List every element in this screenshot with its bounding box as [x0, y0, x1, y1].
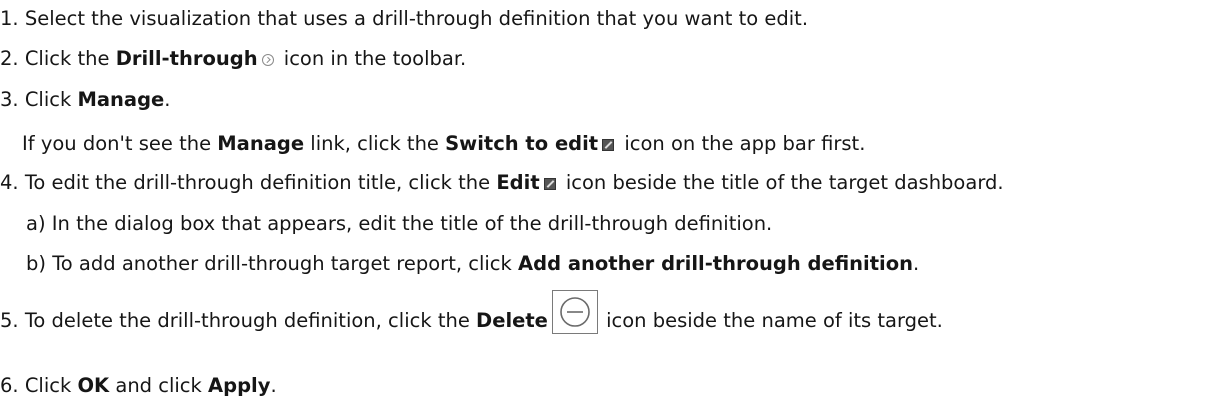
ui-term-manage: Manage	[217, 132, 305, 155]
ui-term-ok: OK	[77, 374, 110, 397]
substep-text: .	[913, 252, 920, 275]
step-number: 5.	[0, 309, 19, 332]
delete-icon	[551, 290, 598, 334]
ui-term-manage: Manage	[77, 88, 165, 111]
drill-through-icon	[261, 54, 274, 66]
step-4a: a) In the dialog box that appears, edit …	[26, 211, 772, 237]
ui-term-apply: Apply	[208, 374, 271, 397]
step-3: 3. Click Manage.	[0, 87, 170, 113]
substep-label: b)	[26, 252, 46, 275]
step-2: 2. Click the Drill-through icon in the t…	[0, 46, 466, 72]
step-text: .	[270, 374, 277, 397]
step-number: 3.	[0, 88, 19, 111]
step-4: 4. To edit the drill-through definition …	[0, 170, 1004, 196]
substep-text: To add another drill-through target repo…	[52, 252, 519, 275]
note-text: If you don't see the	[22, 132, 218, 155]
step-text: To delete the drill-through definition, …	[24, 309, 477, 332]
edit-icon	[543, 178, 556, 190]
ui-term-delete: Delete	[476, 309, 548, 332]
step-number: 6.	[0, 374, 19, 397]
step-text: Click the	[24, 47, 116, 70]
step-5: 5. To delete the drill-through definitio…	[0, 290, 943, 334]
ui-term-edit: Edit	[496, 171, 540, 194]
ui-term-drill-through: Drill-through	[115, 47, 258, 70]
step-number: 4.	[0, 171, 19, 194]
step-3-note: If you don't see the Manage link, click …	[22, 131, 865, 157]
step-text: icon beside the name of its target.	[599, 309, 943, 332]
step-1: 1. Select the visualization that uses a …	[0, 6, 808, 32]
note-text: icon on the app bar first.	[618, 132, 866, 155]
step-text: Click	[24, 88, 78, 111]
step-text: and click	[109, 374, 209, 397]
step-text: .	[164, 88, 171, 111]
step-number: 1.	[0, 7, 19, 30]
step-text: To edit the drill-through definition tit…	[24, 171, 497, 194]
step-text: Click	[24, 374, 78, 397]
step-number: 2.	[0, 47, 19, 70]
step-text: icon in the toolbar.	[277, 47, 467, 70]
ui-term-add-another-definition: Add another drill-through definition	[518, 252, 914, 275]
substep-text: In the dialog box that appears, edit the…	[51, 212, 773, 235]
step-text: Select the visualization that uses a dri…	[24, 7, 809, 30]
edit-icon	[602, 139, 615, 151]
note-text: link, click the	[304, 132, 446, 155]
ui-term-switch-to-edit: Switch to edit	[445, 132, 599, 155]
substep-label: a)	[26, 212, 46, 235]
step-4b: b) To add another drill-through target r…	[26, 251, 919, 277]
step-text: icon beside the title of the target dash…	[559, 171, 1004, 194]
step-6: 6. Click OK and click Apply.	[0, 373, 277, 399]
